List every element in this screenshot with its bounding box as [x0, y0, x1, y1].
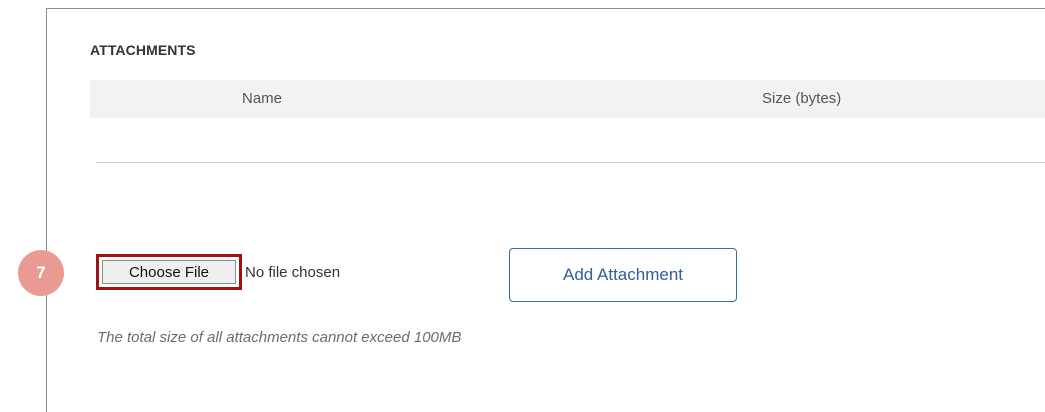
step-badge: 7: [18, 250, 64, 296]
choose-file-button[interactable]: Choose File: [102, 260, 236, 284]
attachments-title: ATTACHMENTS: [90, 42, 196, 58]
attachments-panel: [46, 8, 1045, 412]
column-header-name[interactable]: Name: [242, 90, 282, 107]
file-chosen-status: No file chosen: [245, 264, 341, 281]
attachments-table-header: Name Size (bytes): [90, 80, 1045, 118]
attachment-size-hint: The total size of all attachments cannot…: [97, 329, 462, 346]
choose-file-highlight: Choose File: [96, 254, 242, 290]
table-divider: [96, 162, 1045, 163]
column-header-size[interactable]: Size (bytes): [762, 90, 841, 107]
attachments-page: ATTACHMENTS Name Size (bytes) 7 Choose F…: [0, 0, 1045, 412]
add-attachment-button[interactable]: Add Attachment: [509, 248, 737, 302]
